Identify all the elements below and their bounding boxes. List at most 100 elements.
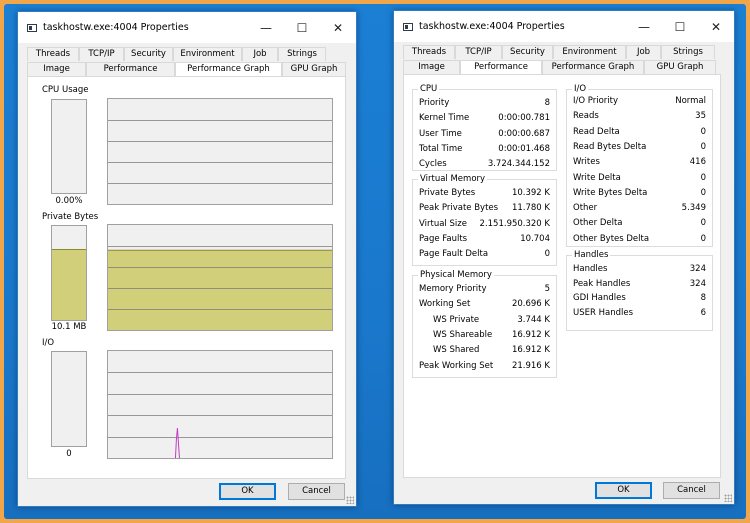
tab-strings[interactable]: Strings bbox=[278, 47, 326, 61]
info-row-label: WS Shared bbox=[433, 345, 480, 356]
tab-threads[interactable]: Threads bbox=[27, 47, 79, 61]
info-row-value: 10.392 K bbox=[511, 188, 550, 198]
tab-row-bottom: Image Performance Performance Graph GPU … bbox=[27, 62, 346, 77]
close-button[interactable]: ✕ bbox=[320, 12, 356, 43]
tab-performance-graph[interactable]: Performance Graph bbox=[542, 60, 644, 74]
info-row-label: Private Bytes bbox=[419, 188, 476, 198]
resize-grip[interactable] bbox=[346, 496, 354, 504]
io-graph bbox=[107, 350, 333, 459]
info-row-value: 20.696 K bbox=[511, 299, 550, 310]
window-title: taskhostw.exe:4004 Properties bbox=[419, 21, 565, 32]
io-meter bbox=[51, 351, 87, 447]
virtual-memory-group-title: Virtual Memory bbox=[418, 174, 488, 184]
info-row-label: Peak Working Set bbox=[419, 360, 494, 371]
info-row: Peak Private Bytes 11.780 K bbox=[419, 203, 550, 217]
tab-job[interactable]: Job bbox=[242, 47, 278, 61]
info-row-value: 6 bbox=[700, 307, 706, 318]
info-row: Reads 35 bbox=[573, 111, 706, 125]
info-row-label: USER Handles bbox=[573, 307, 633, 318]
info-row-label: Write Bytes Delta bbox=[573, 187, 648, 198]
virtual-memory-group: Virtual Memory Private Bytes 10.392 K Peak… bbox=[412, 174, 557, 266]
tab-job[interactable]: Job bbox=[626, 45, 661, 59]
io-group-title: I/O bbox=[572, 84, 589, 94]
info-row: WS Shared 16.912 K bbox=[419, 345, 550, 359]
title-bar[interactable]: taskhostw.exe:4004 Properties — ☐ ✕ bbox=[394, 11, 734, 42]
tab-image[interactable]: Image bbox=[27, 62, 86, 76]
cpu-group-title: CPU bbox=[418, 84, 440, 94]
info-row-value: 0 bbox=[700, 141, 706, 152]
tab-environment[interactable]: Environment bbox=[553, 45, 626, 59]
cancel-button[interactable]: Cancel bbox=[663, 482, 720, 499]
info-row: GDI Handles 8 bbox=[573, 293, 706, 307]
info-row-label: Virtual Size bbox=[419, 218, 467, 229]
title-bar[interactable]: taskhostw.exe:4004 Properties — ☐ ✕ bbox=[18, 12, 356, 43]
resize-grip[interactable] bbox=[724, 494, 732, 502]
info-row-label: Peak Handles bbox=[573, 278, 631, 289]
info-row: Page Faults 10.704 bbox=[419, 234, 550, 248]
info-row: Writes 416 bbox=[573, 157, 706, 171]
info-row-label: Working Set bbox=[419, 299, 471, 310]
io-label: I/O bbox=[42, 338, 55, 348]
info-row-label: Read Bytes Delta bbox=[573, 141, 647, 152]
info-row-value: 0 bbox=[700, 172, 706, 183]
info-row: Other 5.349 bbox=[573, 203, 706, 217]
tab-gpu-graph[interactable]: GPU Graph bbox=[282, 62, 346, 76]
info-row: Kernel Time 0:00:00.781 bbox=[419, 113, 550, 127]
info-row-label: Cycles bbox=[419, 159, 447, 170]
minimize-button[interactable]: — bbox=[626, 11, 662, 42]
app-icon bbox=[27, 23, 37, 32]
info-row: WS Shareable 16.912 K bbox=[419, 330, 550, 344]
info-row-value: 35 bbox=[695, 111, 706, 122]
info-row-value: 11.780 K bbox=[511, 203, 550, 214]
info-row: Page Fault Delta 0 bbox=[419, 249, 550, 263]
maximize-button[interactable]: ☐ bbox=[284, 12, 320, 43]
info-row: USER Handles 6 bbox=[573, 308, 706, 322]
cancel-button[interactable]: Cancel bbox=[288, 483, 345, 500]
info-row-label: Page Faults bbox=[419, 233, 468, 244]
io-value: 0 bbox=[66, 449, 72, 459]
info-row-label: Total Time bbox=[419, 143, 463, 154]
physical-memory-group-title: Physical Memory bbox=[418, 270, 494, 280]
info-row-value: 16.912 K bbox=[511, 329, 550, 340]
tab-threads[interactable]: Threads bbox=[403, 45, 455, 59]
ok-button[interactable]: OK bbox=[219, 483, 276, 500]
close-button[interactable]: ✕ bbox=[698, 11, 734, 42]
tab-performance-graph[interactable]: Performance Graph bbox=[175, 62, 282, 77]
info-row-label: Reads bbox=[573, 111, 599, 122]
tab-security[interactable]: Security bbox=[124, 47, 173, 61]
info-row-value: 0 bbox=[544, 249, 550, 260]
graph-area bbox=[108, 250, 332, 330]
info-row-value: 0 bbox=[700, 126, 706, 137]
info-row-label: Write Delta bbox=[573, 172, 621, 183]
info-row: Other Bytes Delta 0 bbox=[573, 234, 706, 248]
info-row-label: Handles bbox=[573, 264, 608, 274]
tab-performance[interactable]: Performance bbox=[460, 60, 542, 75]
performance-panel: CPU Priority 8 Kernel Time 0:00:00.781 User … bbox=[403, 74, 721, 478]
info-row-value: 0:00:00.781 bbox=[498, 113, 550, 124]
info-row: WS Private 3.744 K bbox=[419, 315, 550, 329]
maximize-button[interactable]: ☐ bbox=[662, 11, 698, 42]
info-row-value: 2.151.950.320 K bbox=[479, 218, 550, 229]
ok-button[interactable]: OK bbox=[595, 482, 652, 499]
tab-tcpip[interactable]: TCP/IP bbox=[455, 45, 502, 59]
tab-gpu-graph[interactable]: GPU Graph bbox=[644, 60, 716, 74]
tab-tcpip[interactable]: TCP/IP bbox=[79, 47, 124, 61]
info-row-label: User Time bbox=[419, 128, 462, 139]
tab-strings[interactable]: Strings bbox=[661, 45, 715, 59]
info-row-value: 8 bbox=[700, 293, 706, 303]
graph-canvas bbox=[108, 120, 332, 184]
info-row: Peak Handles 324 bbox=[573, 279, 706, 293]
graph-canvas bbox=[108, 246, 332, 330]
performance-graph-panel: CPU Usage 0.00% Private Bytes 10.1 MB I/… bbox=[27, 76, 346, 479]
info-row-label: WS Private bbox=[433, 314, 480, 325]
info-row: User Time 0:00:00.687 bbox=[419, 129, 550, 143]
tab-image[interactable]: Image bbox=[403, 60, 460, 74]
tab-security[interactable]: Security bbox=[502, 45, 553, 59]
info-row-label: Kernel Time bbox=[419, 113, 470, 124]
info-row-label: Read Delta bbox=[573, 126, 620, 137]
minimize-button[interactable]: — bbox=[248, 12, 284, 43]
handles-group-title: Handles bbox=[572, 250, 611, 260]
tab-environment[interactable]: Environment bbox=[173, 47, 242, 61]
info-row-label: Other Delta bbox=[573, 218, 623, 229]
tab-performance[interactable]: Performance bbox=[86, 62, 175, 76]
